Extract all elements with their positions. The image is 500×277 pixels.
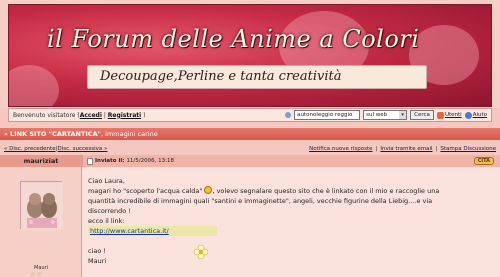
- topic-arrow-icon: »: [4, 130, 8, 138]
- header-banner-area: il Forum delle Anime a Colori Decoupage,…: [0, 0, 500, 108]
- topic-actions: Notifica nuove risposte | Invia tramite …: [309, 146, 496, 152]
- cartantica-link[interactable]: http://www.cartantica.it/: [88, 226, 217, 236]
- search-button[interactable]: Cerca: [410, 110, 434, 120]
- next-topic-link[interactable]: Disc. successiva »: [57, 146, 107, 152]
- post-body: Mauri ☆☆ Ciao Laura, magari ho "scoperto…: [0, 167, 500, 277]
- heart-decoration: [9, 65, 59, 106]
- welcome-prefix: Benvenuto visitatore (: [13, 111, 80, 119]
- message-text: , volevo segnalare questo sito che è lin…: [212, 187, 440, 195]
- author-column: Mauri ☆☆: [0, 167, 82, 277]
- help-label: Aiuto: [472, 112, 487, 118]
- avatar: [20, 181, 63, 230]
- search-scope-select[interactable]: sul web ▾: [363, 110, 408, 120]
- toolbar-right: autonoleggio reggio sul web ▾ Cerca Uten…: [285, 110, 487, 120]
- forum-title: il Forum delle Anime a Colori: [47, 25, 420, 53]
- post-message: Ciao Laura, magari ho "scoperto l'acqua …: [82, 167, 500, 277]
- help-icon: [464, 111, 472, 119]
- nav-separator: |: [375, 146, 378, 152]
- users-link[interactable]: Utenti: [436, 111, 462, 119]
- topic-title-bar: » LINK SITO "CARTANTICA", immagini carin…: [0, 128, 500, 140]
- message-line: discorrendo !: [88, 207, 131, 215]
- topic-title: LINK SITO "CARTANTICA": [10, 130, 102, 138]
- topic-description: , immagini carine: [101, 130, 158, 138]
- search-icon: [285, 112, 292, 118]
- forum-banner[interactable]: il Forum delle Anime a Colori Decoupage,…: [8, 4, 492, 107]
- rank-stars-icon: ☆☆: [30, 271, 43, 277]
- message-text: magari ho "scoperto l'acqua calda": [88, 187, 203, 195]
- message-line: Ciao Laura,: [88, 177, 125, 185]
- message-line: http://www.cartantica.it/: [88, 226, 494, 236]
- help-link[interactable]: Aiuto: [464, 111, 487, 119]
- prev-topic-link[interactable]: « Disc. precedente: [4, 146, 56, 152]
- chevron-down-icon: ▾: [399, 111, 407, 119]
- message-line: Mauri: [88, 257, 107, 265]
- flower-icon: [194, 245, 208, 259]
- message-line-with-smiley: magari ho "scoperto l'acqua calda" , vol…: [88, 186, 494, 196]
- user-toolbar: Benvenuto visitatore (Accedi | Registrat…: [8, 108, 492, 122]
- post-meta: Inviato il: 11/5/2006, 13:18 CITA: [82, 155, 500, 167]
- print-topic-link[interactable]: Stampa Discussione: [440, 146, 496, 152]
- post-author[interactable]: mauriziat: [0, 155, 82, 167]
- quote-button[interactable]: CITA: [473, 157, 494, 165]
- cats-avatar-image: [21, 182, 63, 230]
- welcome-suffix: ): [141, 111, 146, 119]
- message-line: ciao !: [88, 247, 107, 255]
- post-header: mauriziat Inviato il: 11/5/2006, 13:18 C…: [0, 155, 500, 167]
- search-scope-value: sul web: [366, 112, 388, 118]
- message-line: ecco il link:: [88, 217, 125, 225]
- message-line: quantità incredibile di immagini quali "…: [88, 197, 433, 205]
- notify-replies-link[interactable]: Notifica nuove risposte: [309, 146, 372, 152]
- send-email-link[interactable]: Invia tramite email: [380, 146, 432, 152]
- users-label: Utenti: [444, 112, 462, 118]
- nav-separator: |: [435, 146, 438, 152]
- search-input[interactable]: autonoleggio reggio: [294, 110, 361, 120]
- post-icon: [87, 157, 93, 165]
- users-icon: [436, 111, 444, 119]
- forum-subtitle: Decoupage,Perline e tanta creatività: [87, 65, 427, 89]
- topic-navigation: « Disc. precedente | Disc. successiva » …: [0, 144, 500, 154]
- sent-label: Inviato il:: [95, 158, 125, 164]
- welcome-text: Benvenuto visitatore (Accedi | Registrat…: [13, 112, 145, 119]
- sent-date: 11/5/2006, 13:18: [126, 158, 174, 164]
- login-link[interactable]: Accedi: [80, 112, 102, 119]
- register-link[interactable]: Registrati: [108, 112, 141, 119]
